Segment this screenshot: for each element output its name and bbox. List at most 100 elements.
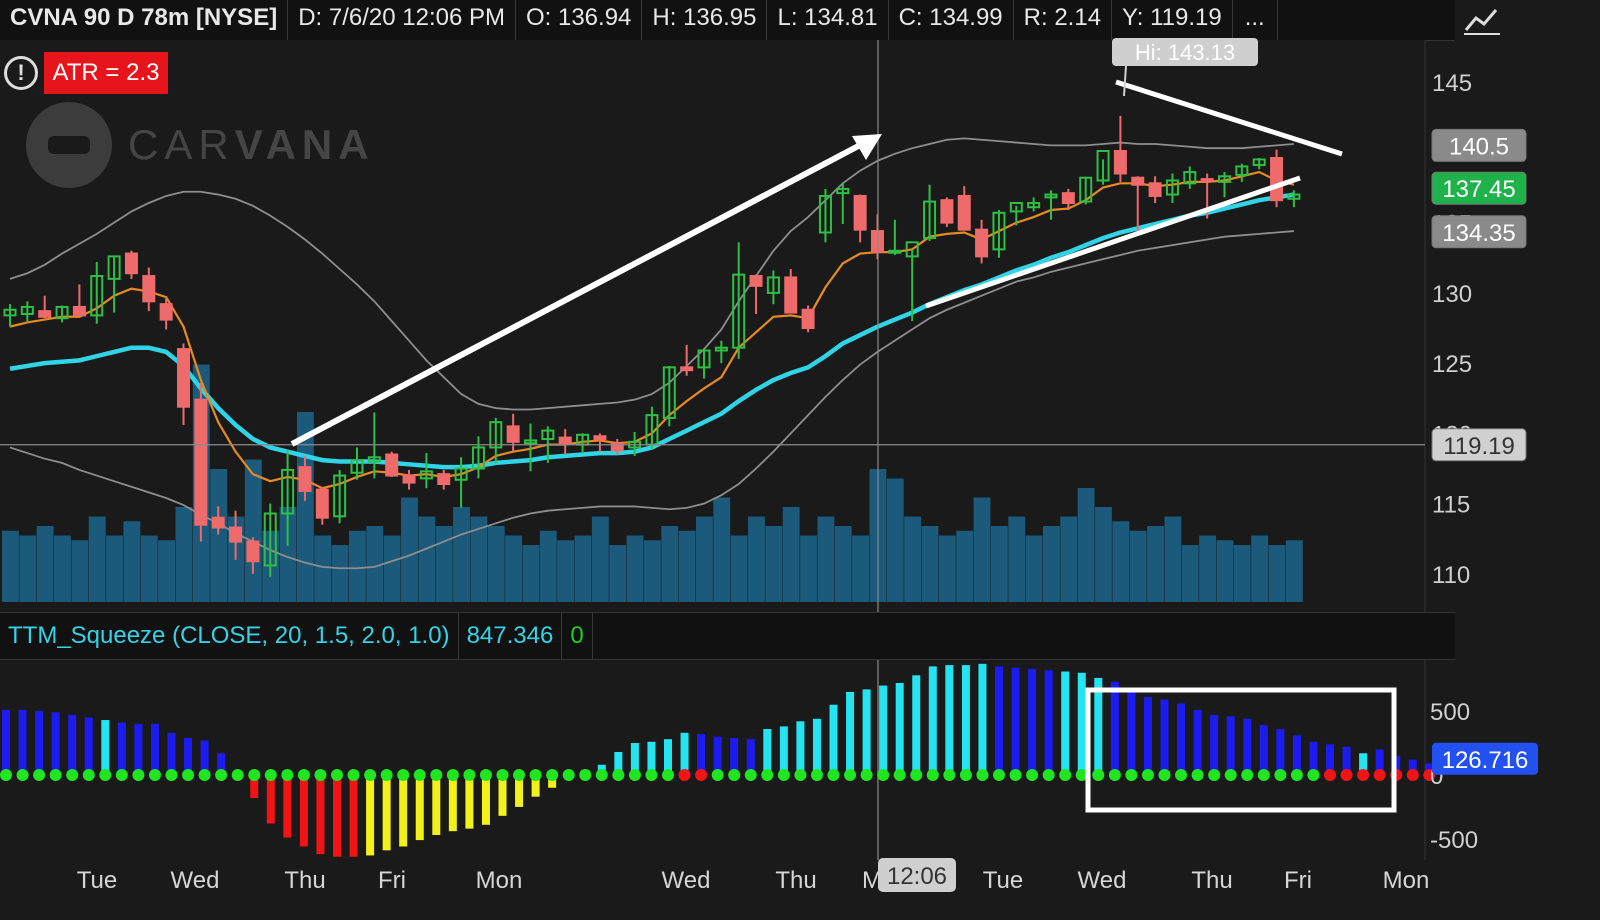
squeeze-value: 0 xyxy=(562,613,593,659)
price-tick-label: 115 xyxy=(1432,492,1470,519)
candle-body xyxy=(558,436,572,445)
squeeze-dot xyxy=(844,768,857,781)
squeeze-dot xyxy=(1191,768,1204,781)
squeeze-histogram-bar xyxy=(961,665,970,775)
candle-body xyxy=(749,275,763,287)
squeeze-histogram-bar xyxy=(829,704,838,775)
volume-bar xyxy=(1043,526,1060,602)
indicator-name[interactable]: TTM_Squeeze (CLOSE, 20, 1.5, 2.0, 1.0) xyxy=(0,613,459,659)
squeeze-histogram-bar xyxy=(1044,670,1053,775)
volume-bar xyxy=(990,526,1008,602)
squeeze-dot xyxy=(1241,768,1254,781)
crosshair-time-label: 12:06 xyxy=(887,863,947,890)
squeeze-dot xyxy=(413,768,426,781)
candle-body xyxy=(1270,157,1284,202)
squeeze-histogram-bar xyxy=(895,682,904,775)
volume-bar xyxy=(678,530,696,602)
time-tick-label: Fri xyxy=(1284,867,1312,894)
candle-body xyxy=(940,199,954,224)
volume-bar xyxy=(1164,516,1182,602)
squeeze-histogram-bar xyxy=(1243,718,1252,775)
squeeze-histogram-bar xyxy=(481,774,490,825)
squeeze-dot xyxy=(1158,768,1171,781)
candle-body xyxy=(142,275,156,303)
volume-bar xyxy=(1251,535,1269,602)
squeeze-dot xyxy=(1141,768,1154,781)
candle-body xyxy=(194,398,208,526)
squeeze-dot xyxy=(529,768,542,781)
candle-body xyxy=(888,249,902,254)
candle-body xyxy=(159,303,173,321)
squeeze-dot xyxy=(893,768,906,781)
candle-body xyxy=(124,252,138,275)
histogram-value-tag: 126.716 xyxy=(1442,747,1529,774)
volume-bar xyxy=(938,535,956,602)
volume-bar xyxy=(1077,488,1095,602)
squeeze-dot xyxy=(496,768,509,781)
alert-circle-icon[interactable]: ! xyxy=(4,56,38,90)
logo-text-light: CAR xyxy=(128,121,235,168)
squeeze-histogram-bar xyxy=(465,774,474,829)
squeeze-dot xyxy=(364,768,377,781)
volume-bar xyxy=(36,526,54,602)
squeeze-dot xyxy=(810,768,823,781)
squeeze-histogram-bar xyxy=(697,734,706,775)
volume-bar xyxy=(800,535,817,602)
bb-lower-price-tag: 134.35 xyxy=(1442,220,1515,247)
candle-body xyxy=(506,425,520,443)
volume-bar xyxy=(418,516,436,602)
volume-bar xyxy=(973,497,991,602)
time-tick-label: Thu xyxy=(775,867,816,894)
squeeze-dot xyxy=(0,768,12,781)
volume-bar xyxy=(609,545,627,602)
time-tick-label: Mon xyxy=(476,867,523,894)
bb-upper-price-tag: 140.5 xyxy=(1449,133,1509,160)
squeeze-dot xyxy=(662,768,674,781)
volume-bar xyxy=(574,535,592,602)
candle-body xyxy=(229,526,243,543)
volume-bar xyxy=(782,507,800,602)
volume-bar xyxy=(1233,545,1251,602)
candle-body xyxy=(385,453,399,477)
squeeze-dot xyxy=(1125,768,1138,781)
volume-bar xyxy=(1025,535,1043,602)
squeeze-dot xyxy=(695,768,708,781)
volume-bar xyxy=(539,530,557,602)
indicator-value: 847.346 xyxy=(459,613,563,659)
squeeze-dot xyxy=(463,768,476,781)
volume-bar xyxy=(140,535,158,602)
volume-bar xyxy=(71,540,89,602)
squeeze-histogram-bar xyxy=(101,720,110,775)
volume-bar xyxy=(1147,526,1164,602)
squeeze-dot xyxy=(82,768,95,781)
squeeze-dot xyxy=(993,768,1005,781)
squeeze-dot xyxy=(513,768,526,781)
candle-body xyxy=(853,194,867,231)
squeeze-histogram-bar xyxy=(51,712,60,775)
volume-bar xyxy=(1112,521,1130,602)
volume-bar xyxy=(314,535,332,602)
squeeze-histogram-bar xyxy=(68,714,77,775)
squeeze-dot xyxy=(860,768,873,781)
squeeze-histogram-bar xyxy=(1061,671,1070,775)
histogram-tick-label: -500 xyxy=(1430,827,1478,854)
squeeze-histogram-bar xyxy=(978,663,987,775)
volume-bar xyxy=(1095,507,1112,602)
volume-bar xyxy=(522,545,540,602)
squeeze-dot xyxy=(132,768,145,781)
volume-bar xyxy=(696,516,713,602)
volume-bar xyxy=(175,507,193,602)
price-tick-label: 110 xyxy=(1432,562,1470,589)
squeeze-dot xyxy=(1042,768,1055,781)
squeeze-dot xyxy=(397,768,410,781)
squeeze-dot xyxy=(976,768,989,781)
squeeze-histogram-bar xyxy=(1210,714,1219,775)
squeeze-histogram-bar xyxy=(1127,690,1136,775)
time-tick-label: Tue xyxy=(983,867,1023,894)
squeeze-dot xyxy=(165,768,178,781)
squeeze-dot xyxy=(1224,768,1237,781)
squeeze-histogram-bar xyxy=(1193,709,1202,775)
squeeze-dot xyxy=(579,768,592,781)
squeeze-dot xyxy=(281,768,294,781)
squeeze-histogram-bar xyxy=(84,717,93,775)
